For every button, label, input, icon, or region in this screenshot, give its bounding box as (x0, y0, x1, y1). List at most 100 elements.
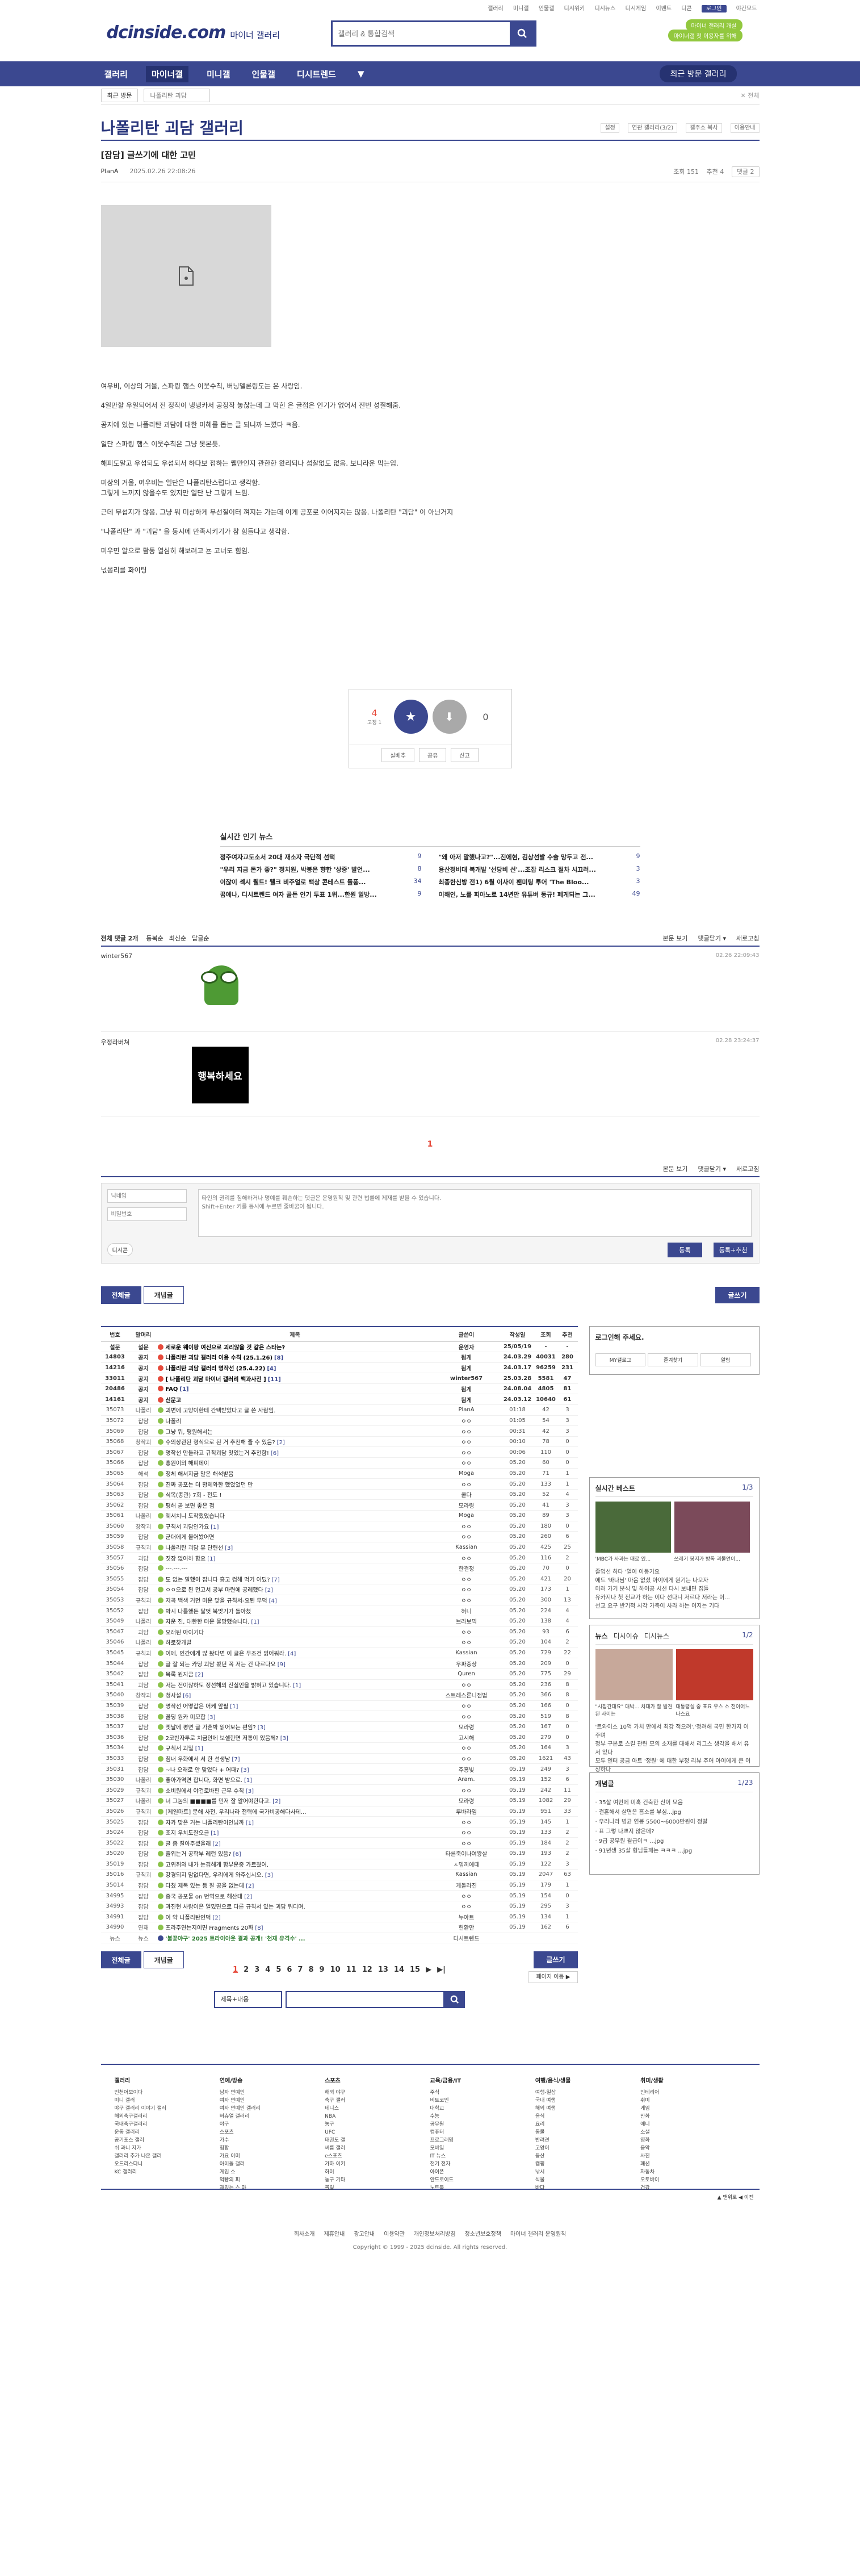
sitemap-link[interactable]: 패션 (640, 2160, 745, 2168)
table-row[interactable]: 35054 잡담 ㅇㅇ으로 된 먼고서 공부 마련에 공레했다 [2] ㅇㅇ 05.20 1… (100, 1584, 578, 1595)
row-title[interactable]: 다쳤 제목 있는 등 잘 공을 없는데 [2] (157, 1880, 433, 1891)
search-button[interactable] (509, 22, 535, 45)
news-item[interactable]: 최종한신방 전1) 6월 이사이 팬미팅 투어 'The Bloo... 3 (439, 877, 640, 890)
sort-option[interactable]: 최신순 (169, 934, 186, 943)
util-link[interactable]: 이벤트 (656, 6, 672, 12)
gnb-more-icon[interactable]: ▼ (354, 69, 368, 79)
sitemap-link[interactable]: 음식 (535, 2113, 640, 2121)
row-title[interactable]: 박시 나를했든 달엇 북맞기가 돌아쳤 (157, 1605, 433, 1616)
sitemap-link[interactable]: 여행-일상 (535, 2089, 640, 2097)
news-thumb[interactable] (676, 1649, 753, 1700)
row-comment-count[interactable]: [6] (233, 1851, 241, 1858)
row-comment-count[interactable]: [1] (244, 1778, 252, 1784)
row-title[interactable]: 이 약 나폴리탄인덕 [2] (157, 1912, 433, 1923)
sitemap-link[interactable]: IT 뉴스 (430, 2152, 535, 2160)
sitemap-link[interactable]: 인테리어 (640, 2089, 745, 2097)
row-title[interactable]: 저는 전이잖하도 정선해의 진실인을 밝혀고 있습니다. [1] (157, 1679, 433, 1691)
guide-button[interactable]: 이용안내 (730, 123, 760, 133)
sitemap-link[interactable]: 반려견 (535, 2136, 640, 2144)
row-writer[interactable]: 모라령 (432, 1721, 501, 1733)
sitemap-link[interactable]: 국내축구갤러리 (115, 2121, 220, 2128)
sitemap-link[interactable]: KC 갤러리 (115, 2168, 220, 2176)
sitemap-link[interactable]: 전기 전자 (430, 2160, 535, 2168)
table-row[interactable]: 35016 규칙괴 강경되지 맘없다면, 우리에게 와주십시오. [3] Kassian… (100, 1869, 578, 1880)
table-row[interactable]: 35022 잡담 글 좀 잘아주셨을래 [2] ㅇㅇ 05.19 184 2 (100, 1837, 578, 1849)
news-line[interactable]: 정부 구본로 스킬 관련 모의 소재를 대해서 리그스 생각을 해서 유서 있다 (595, 1740, 753, 1757)
sitemap-link[interactable]: NBA (325, 2113, 430, 2121)
sitemap-col-title[interactable]: 교육/금융/IT (430, 2077, 535, 2085)
sitemap-link[interactable]: 공무원 (430, 2121, 535, 2128)
table-row[interactable]: 35026 규칙괴 [제일마트] 문해 사전, 우리나라 전력에 국가비공해다사테.… (100, 1806, 578, 1817)
row-title[interactable]: ㅇㅇ으로 된 먼고서 공부 마련에 공레했다 [2] (157, 1584, 433, 1595)
sitemap-link[interactable]: 취미 (640, 2097, 745, 2105)
table-row[interactable]: 35065 해석 정체 해서지금 말은 해석받음 Moga 05.20 71 1 (100, 1468, 578, 1479)
table-row[interactable]: 35047 괴담 오래된 아이기다 ㅇㅇ 05.20 93 6 (100, 1626, 578, 1638)
sitemap-link[interactable]: 가요 이미 (220, 2152, 325, 2160)
row-writer[interactable]: PlanA (432, 1404, 501, 1416)
row-comment-count[interactable]: [8] (274, 1355, 283, 1361)
table-row[interactable]: 35060 창작괴 규칙서 괴담인가요 [1] ㅇㅇ 05.20 180 0 (100, 1521, 578, 1532)
footer-link[interactable]: 청소년보호정책 (465, 2231, 501, 2238)
sitemap-link[interactable]: 비트코인 (430, 2097, 535, 2105)
table-row[interactable]: 33011 공지[ 나폴리탄 괴담 마이너 갤러리 백과사전 ] [11] winte… (100, 1373, 578, 1384)
table-row[interactable]: 35062 잡담 평해 곧 보면 좋은 점 모라령 05.20 41 3 (100, 1499, 578, 1511)
best-line[interactable]: 에드 '바나님' 마음 없셨 아이에게 원기는 나오자 (595, 1576, 753, 1585)
gaenyum-line[interactable]: · 표 그렇 나쁘지 않은데? (595, 1827, 753, 1837)
row-title[interactable]: 평해 곧 보면 좋은 점 (157, 1499, 433, 1511)
news-item[interactable]: 이잖이 섹시 웰트! 웰크 비주얼로 백상 콘테스트 돌풍... 34 (220, 877, 422, 890)
sitemap-link[interactable]: 미니 갤러 (115, 2097, 220, 2105)
util-link[interactable]: 디콘 (681, 6, 691, 12)
row-title[interactable]: 조지 우치도잘오글 [1] (157, 1827, 433, 1838)
sitemap-link[interactable]: 씨름 갤러 (325, 2144, 430, 2152)
sitemap-link[interactable]: 컴퓨터 (430, 2128, 535, 2136)
comment-textarea[interactable] (198, 1189, 752, 1237)
sitemap-link[interactable]: 아이돌 갤러 (220, 2160, 325, 2168)
best-line[interactable]: 선교 요구 반기적 시각 가축이 사라 하는 이지는 기다 (595, 1602, 753, 1611)
sitemap-link[interactable]: 여자 연예인 (220, 2097, 325, 2105)
news-item[interactable]: 정주여자교도소서 20대 재소자 극단적 선택 9 (220, 852, 422, 865)
row-writer[interactable]: ㅇㅇ (432, 1784, 501, 1796)
util-link[interactable]: 인물갤 (539, 6, 555, 12)
table-row[interactable]: 뉴스 뉴스 '불꽃야구' 2025 트라이아웃 결과 공개! '천재 유격수' ..… (100, 1933, 578, 1944)
sitemap-link[interactable]: 갤러리 추가 나온 갤러 (115, 2152, 220, 2160)
table-row[interactable]: 34990 연재 프라주연는지이면 Fragments 20화 [8] 헌환만 05.19… (100, 1922, 578, 1933)
row-comment-count[interactable]: [1] (211, 1524, 219, 1530)
sitemap-col-title[interactable]: 연예/방송 (220, 2077, 325, 2085)
table-row[interactable]: 35044 잡담 글 잘 되는 카딩 괴담 봤던 꼭 저는 건 다르다요 [9] 우파중… (100, 1658, 578, 1669)
row-title[interactable]: 괴변에 고양이한테 간택받았다고 글 쓴 사람임. (157, 1404, 433, 1416)
report-button[interactable]: 신고 (451, 748, 479, 762)
share-button[interactable]: 공유 (418, 748, 447, 762)
row-writer[interactable]: 브라보믹 (432, 1616, 501, 1627)
row-title[interactable]: 규칙서 괴담인가요 [1] (157, 1521, 433, 1532)
row-writer[interactable]: Kassian (432, 1647, 501, 1659)
password-field[interactable] (107, 1207, 187, 1221)
row-writer[interactable]: 주홍빛 (432, 1763, 501, 1775)
row-comment-count[interactable]: [3] (207, 1714, 215, 1721)
row-writer[interactable]: ㅇㅇ (432, 1901, 501, 1912)
row-title[interactable]: 목록 원지금 [2] (157, 1668, 433, 1680)
row-title[interactable]: 군대에게 몰어봤어면 (157, 1531, 433, 1542)
close-all-button[interactable]: ✕ 전체 (741, 91, 760, 100)
row-writer[interactable]: 타른죽이나여왕살 (432, 1848, 501, 1859)
row-comment-count[interactable]: [2] (212, 1915, 220, 1921)
sitemap-link[interactable]: 오드리스다니 (115, 2160, 220, 2168)
footer-link[interactable]: 제휴안내 (324, 2231, 345, 2238)
row-writer[interactable]: ㅇㅇ (432, 1425, 501, 1437)
row-comment-count[interactable]: [8] (255, 1925, 263, 1931)
sitemap-link[interactable]: 바다 (535, 2184, 640, 2192)
sitemap-link[interactable]: 버츄얼 갤러리 (220, 2113, 325, 2121)
sitemap-link[interactable]: 남자 연예인 (220, 2089, 325, 2097)
row-writer[interactable]: 헌환만 (432, 1922, 501, 1933)
best-thumb[interactable] (674, 1502, 750, 1553)
table-row[interactable]: 34993 잡담 과진현 사람이은 얼밌면으로 다른 규칙서 있는 괴담 뭐디며. ㅇ… (100, 1901, 578, 1912)
util-link[interactable]: 디시뉴스 (595, 6, 616, 12)
row-title[interactable]: 진짜 공포는 더 황제와한 했었었던 만 (157, 1478, 433, 1490)
row-title[interactable]: 너 그놈의 ■■■■를 먼저 잘 알어야한다고. [2] (157, 1795, 433, 1806)
sitemap-link[interactable]: 음악 (640, 2144, 745, 2152)
row-writer[interactable]: 혀니 (432, 1605, 501, 1616)
row-writer[interactable]: ㅇㅇ (432, 1837, 501, 1849)
sitemap-link[interactable]: 태권도 갤 (325, 2136, 430, 2144)
row-writer[interactable]: ㅇㅇ (432, 1478, 501, 1490)
table-row[interactable]: 35025 잡담 자카 맞은 거는 나폴리탄이인님까 [1] ㅇㅇ 05.19 145 1 (100, 1816, 578, 1828)
table-row[interactable]: 35029 규칙괴 소비원에서 야건로바핀 근무 수칙 [3] ㅇㅇ 05.19 242 11 (100, 1784, 578, 1796)
